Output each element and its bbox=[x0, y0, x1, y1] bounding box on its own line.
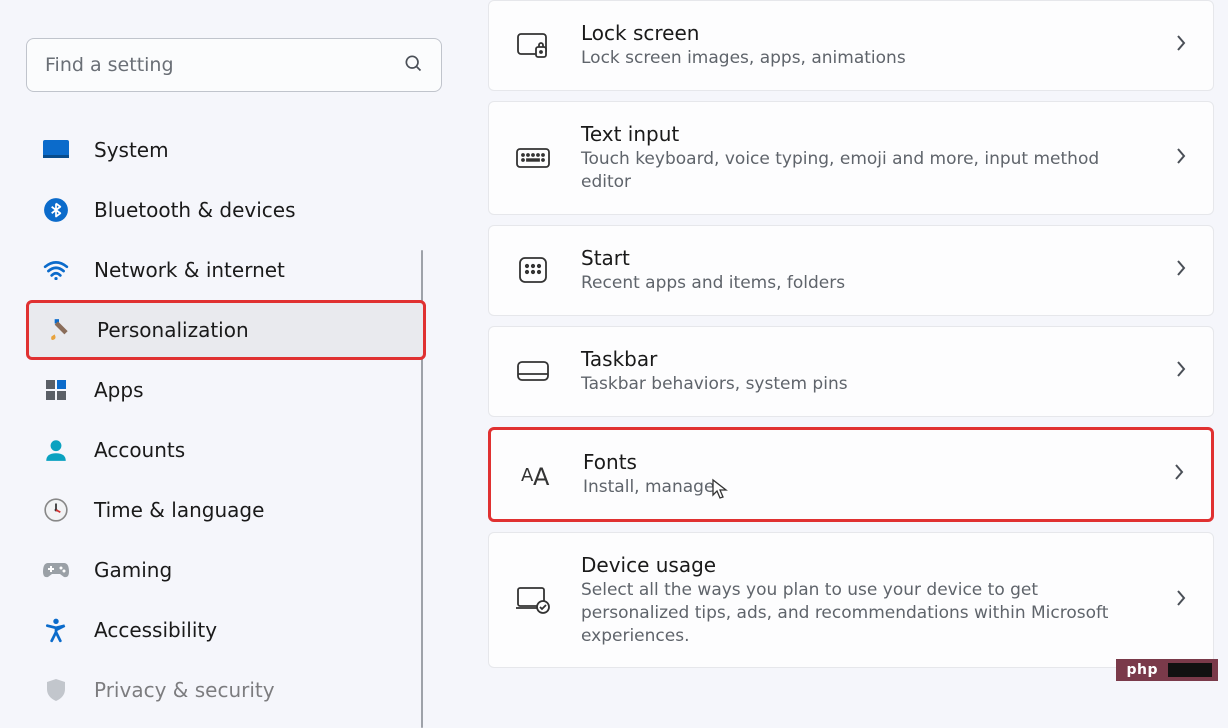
sidebar-item-label: Apps bbox=[94, 378, 144, 402]
card-body: Device usage Select all the ways you pla… bbox=[581, 553, 1145, 648]
device-usage-icon bbox=[515, 582, 551, 618]
sidebar-item-label: Personalization bbox=[97, 318, 249, 342]
sidebar: System Bluetooth & devices Network & int… bbox=[0, 0, 448, 691]
chevron-right-icon bbox=[1175, 588, 1187, 612]
card-title: Text input bbox=[581, 122, 1145, 146]
clock-icon bbox=[42, 496, 70, 524]
card-lock-screen[interactable]: Lock screen Lock screen images, apps, an… bbox=[488, 0, 1214, 91]
taskbar-icon bbox=[515, 353, 551, 389]
sidebar-item-accounts[interactable]: Accounts bbox=[26, 420, 426, 480]
system-icon bbox=[42, 136, 70, 164]
apps-icon bbox=[42, 376, 70, 404]
sidebar-item-personalization[interactable]: Personalization bbox=[26, 300, 426, 360]
sidebar-item-label: Gaming bbox=[94, 558, 172, 582]
wifi-icon bbox=[42, 256, 70, 284]
sidebar-item-privacy[interactable]: Privacy & security bbox=[26, 660, 426, 720]
search-container bbox=[26, 38, 426, 92]
sidebar-item-label: Network & internet bbox=[94, 258, 285, 282]
chevron-right-icon bbox=[1175, 33, 1187, 57]
sidebar-item-label: Accounts bbox=[94, 438, 185, 462]
bluetooth-icon bbox=[42, 196, 70, 224]
card-desc: Taskbar behaviors, system pins bbox=[581, 373, 1145, 396]
sidebar-item-label: Accessibility bbox=[94, 618, 217, 642]
sidebar-item-label: Bluetooth & devices bbox=[94, 198, 296, 222]
search-box[interactable] bbox=[26, 38, 442, 92]
gaming-icon bbox=[42, 556, 70, 584]
search-input[interactable] bbox=[45, 54, 403, 76]
chevron-right-icon bbox=[1173, 462, 1185, 486]
lock-screen-icon bbox=[515, 27, 551, 63]
sidebar-item-gaming[interactable]: Gaming bbox=[26, 540, 426, 600]
card-title: Lock screen bbox=[581, 21, 1145, 45]
card-fonts[interactable]: AA Fonts Install, manage bbox=[488, 427, 1214, 522]
watermark-bar bbox=[1168, 663, 1212, 677]
card-device-usage[interactable]: Device usage Select all the ways you pla… bbox=[488, 532, 1214, 669]
sidebar-item-accessibility[interactable]: Accessibility bbox=[26, 600, 426, 660]
content-panel: Lock screen Lock screen images, apps, an… bbox=[448, 0, 1228, 691]
keyboard-icon bbox=[515, 140, 551, 176]
card-title: Taskbar bbox=[581, 347, 1145, 371]
sidebar-item-network[interactable]: Network & internet bbox=[26, 240, 426, 300]
card-body: Text input Touch keyboard, voice typing,… bbox=[581, 122, 1145, 194]
search-icon bbox=[403, 53, 423, 77]
shield-icon bbox=[42, 676, 70, 704]
chevron-right-icon bbox=[1175, 258, 1187, 282]
watermark-text: php bbox=[1122, 661, 1162, 679]
paintbrush-icon bbox=[45, 316, 73, 344]
card-desc: Recent apps and items, folders bbox=[581, 272, 1145, 295]
sidebar-item-time-language[interactable]: Time & language bbox=[26, 480, 426, 540]
card-title: Device usage bbox=[581, 553, 1145, 577]
sidebar-item-bluetooth[interactable]: Bluetooth & devices bbox=[26, 180, 426, 240]
start-icon bbox=[515, 252, 551, 288]
card-desc: Touch keyboard, voice typing, emoji and … bbox=[581, 148, 1145, 194]
fonts-icon: AA bbox=[517, 456, 553, 492]
card-taskbar[interactable]: Taskbar Taskbar behaviors, system pins bbox=[488, 326, 1214, 417]
sidebar-item-label: Time & language bbox=[94, 498, 264, 522]
card-title: Fonts bbox=[583, 450, 1143, 474]
sidebar-nav-wrap: System Bluetooth & devices Network & int… bbox=[26, 120, 426, 720]
cursor-icon bbox=[711, 478, 729, 504]
card-body: Fonts Install, manage bbox=[583, 450, 1143, 499]
watermark: php bbox=[1116, 659, 1218, 681]
card-desc: Install, manage bbox=[583, 476, 1143, 499]
card-body: Start Recent apps and items, folders bbox=[581, 246, 1145, 295]
sidebar-item-label: System bbox=[94, 138, 169, 162]
svg-text:A: A bbox=[533, 463, 550, 489]
chevron-right-icon bbox=[1175, 146, 1187, 170]
card-title: Start bbox=[581, 246, 1145, 270]
sidebar-item-apps[interactable]: Apps bbox=[26, 360, 426, 420]
card-desc: Select all the ways you plan to use your… bbox=[581, 579, 1145, 648]
card-start[interactable]: Start Recent apps and items, folders bbox=[488, 225, 1214, 316]
accounts-icon bbox=[42, 436, 70, 464]
card-body: Taskbar Taskbar behaviors, system pins bbox=[581, 347, 1145, 396]
card-text-input[interactable]: Text input Touch keyboard, voice typing,… bbox=[488, 101, 1214, 215]
sidebar-item-system[interactable]: System bbox=[26, 120, 426, 180]
card-desc: Lock screen images, apps, animations bbox=[581, 47, 1145, 70]
sidebar-nav: System Bluetooth & devices Network & int… bbox=[26, 120, 426, 720]
accessibility-icon bbox=[42, 616, 70, 644]
chevron-right-icon bbox=[1175, 359, 1187, 383]
card-body: Lock screen Lock screen images, apps, an… bbox=[581, 21, 1145, 70]
sidebar-item-label: Privacy & security bbox=[94, 678, 275, 702]
